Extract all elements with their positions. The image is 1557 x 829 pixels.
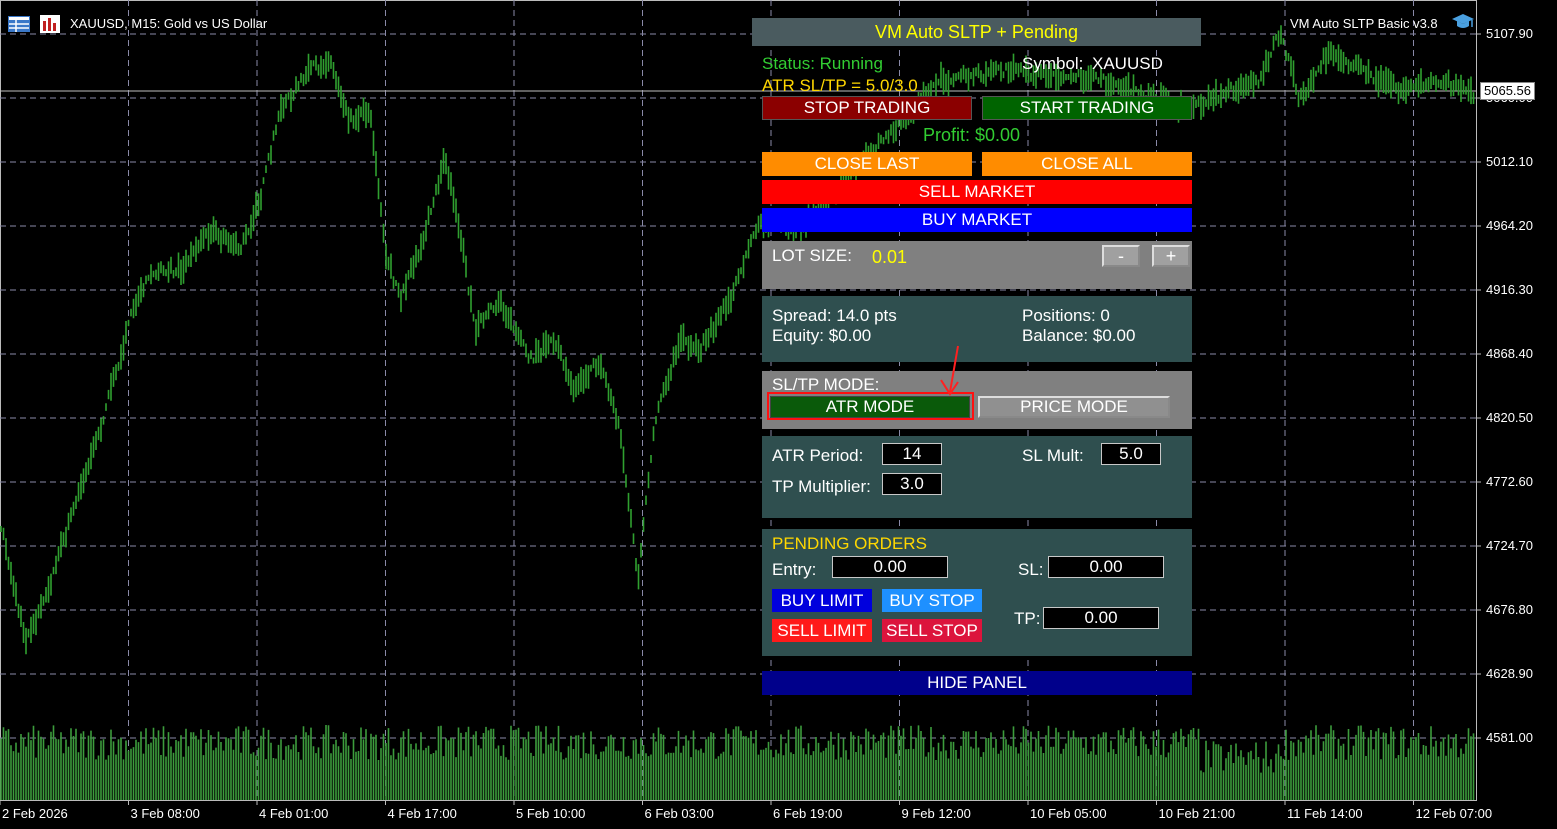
sl-mult-label: SL Mult:	[1022, 446, 1084, 465]
price-axis-label: 4724.70	[1486, 538, 1533, 553]
price-axis-label: 4772.60	[1486, 474, 1533, 489]
table-icon[interactable]	[8, 16, 30, 32]
buy-limit-button[interactable]: BUY LIMIT	[772, 589, 872, 612]
time-axis-label: 5 Feb 10:00	[516, 806, 586, 821]
entry-input[interactable]: 0.00	[832, 556, 948, 578]
time-axis-label: 6 Feb 19:00	[773, 806, 843, 821]
sl-input[interactable]: 0.00	[1048, 556, 1164, 578]
tp-input[interactable]: 0.00	[1043, 607, 1159, 629]
sell-market-button[interactable]: SELL MARKET	[762, 180, 1192, 204]
symbol-info: XAUUSD, M15: Gold vs US Dollar	[70, 16, 268, 31]
buy-stop-button[interactable]: BUY STOP	[882, 589, 982, 612]
sell-limit-button[interactable]: SELL LIMIT	[772, 619, 872, 642]
time-axis-label: 10 Feb 21:00	[1158, 806, 1236, 821]
time-axis-label: 9 Feb 12:00	[901, 806, 971, 821]
symbol-value: XAUUSD	[1092, 54, 1163, 73]
atr-period-input[interactable]: 14	[882, 443, 942, 465]
time-axis-label: 12 Feb 07:00	[1415, 806, 1493, 821]
atr-period-label: ATR Period:	[772, 446, 864, 465]
price-axis-label: 5012.10	[1486, 154, 1533, 169]
time-axis-label: 10 Feb 05:00	[1030, 806, 1107, 821]
time-axis-label: 4 Feb 17:00	[387, 806, 457, 821]
price-axis-label: 4820.50	[1486, 410, 1533, 425]
price-axis-label: 4916.30	[1486, 282, 1533, 297]
time-axis-label: 11 Feb 14:00	[1287, 806, 1363, 821]
balance-text: Balance: $0.00	[1022, 326, 1136, 345]
price-axis-label: 4964.20	[1486, 218, 1533, 233]
hide-panel-button[interactable]: HIDE PANEL	[762, 671, 1192, 695]
lot-decrease-button[interactable]: -	[1102, 245, 1140, 267]
lot-size-label: LOT SIZE:	[772, 246, 852, 265]
time-axis-bg	[0, 801, 1477, 829]
buy-market-button[interactable]: BUY MARKET	[762, 208, 1192, 232]
equity-text: Equity: $0.00	[772, 326, 872, 345]
price-axis-label: 4581.00	[1486, 730, 1533, 745]
graduation-cap-icon[interactable]	[1452, 12, 1474, 32]
ea-name: VM Auto SLTP Basic v3.8	[1290, 16, 1438, 31]
entry-label: Entry:	[772, 560, 817, 579]
lot-size-value[interactable]: 0.01	[872, 247, 907, 268]
sl-mult-input[interactable]: 5.0	[1101, 443, 1161, 465]
start-trading-button[interactable]: START TRADING	[982, 96, 1192, 120]
positions-text: Positions: 0	[1022, 306, 1110, 325]
plot-frame	[0, 0, 1477, 801]
sl-label: SL:	[1018, 560, 1044, 579]
atr-info: ATR SL/TP = 5.0/3.0	[762, 76, 918, 95]
chart-icon[interactable]	[40, 15, 60, 33]
status-text: Status: Running	[762, 54, 883, 73]
sell-stop-button[interactable]: SELL STOP	[882, 619, 982, 642]
tp-mult-label: TP Multiplier:	[772, 477, 871, 496]
tp-label: TP:	[1014, 609, 1041, 628]
price-axis-label: 4676.80	[1486, 602, 1533, 617]
stop-trading-button[interactable]: STOP TRADING	[762, 96, 972, 120]
lot-increase-button[interactable]: +	[1152, 245, 1190, 267]
time-axis-label: 6 Feb 03:00	[644, 806, 714, 821]
time-axis-label: 3 Feb 08:00	[130, 806, 200, 821]
close-all-button[interactable]: CLOSE ALL	[982, 152, 1192, 176]
price-mode-button[interactable]: PRICE MODE	[978, 396, 1170, 418]
price-axis-label: 4868.40	[1486, 346, 1533, 361]
profit-text: Profit: $0.00	[923, 125, 1021, 145]
spread-text: Spread: 14.0 pts	[772, 306, 897, 325]
time-axis-label: 2 Feb 2026	[2, 806, 68, 821]
close-last-button[interactable]: CLOSE LAST	[762, 152, 972, 176]
time-axis-label: 4 Feb 01:00	[259, 806, 329, 821]
panel-title-bar[interactable]: VM Auto SLTP + Pending	[752, 18, 1201, 46]
symbol-label: Symbol:	[1022, 54, 1084, 73]
current-price-tag: 5065.56	[1480, 82, 1535, 100]
arrow-annotation	[940, 345, 959, 396]
price-axis-label: 4628.90	[1486, 666, 1533, 681]
tp-mult-input[interactable]: 3.0	[882, 473, 942, 495]
pending-orders-title: PENDING ORDERS	[772, 534, 927, 553]
panel-title: VM Auto SLTP + Pending	[875, 21, 1078, 42]
price-axis-label: 5107.90	[1486, 26, 1533, 41]
